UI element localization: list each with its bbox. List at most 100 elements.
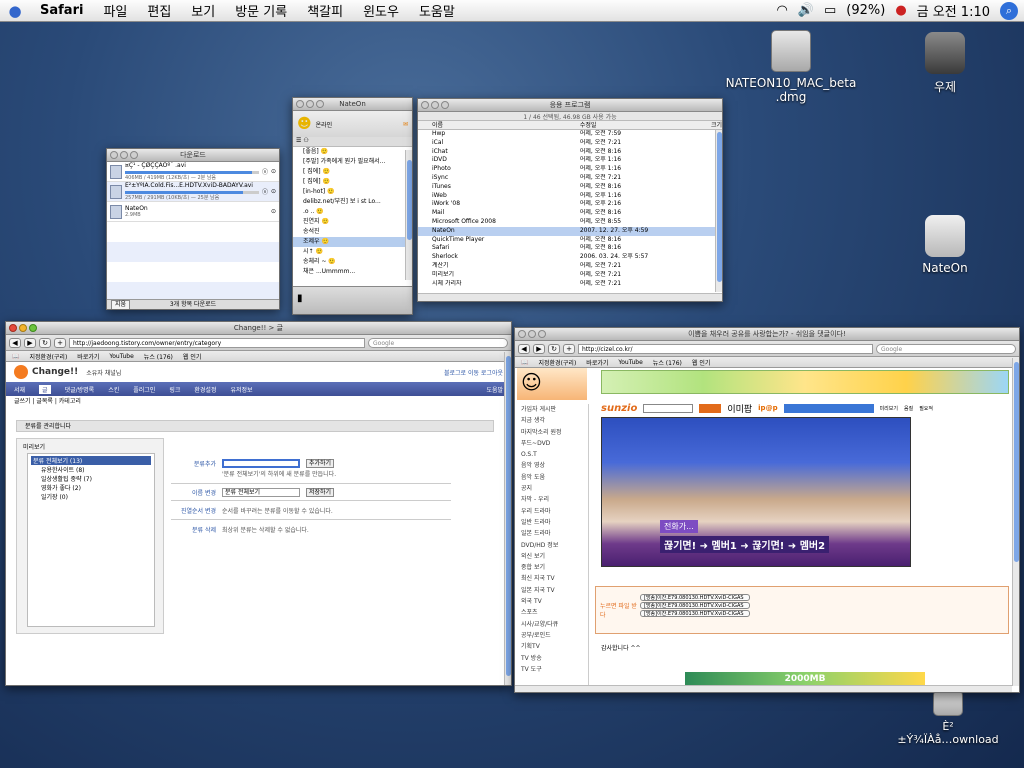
site-login-bar[interactable] [783, 403, 874, 413]
nateon-scrollbar[interactable] [405, 150, 412, 280]
buddy-item[interactable]: 송체리 ~ 🙂 [293, 257, 412, 267]
buddy-item[interactable]: [주말] 가족에게 뭔가 필요해서... [293, 157, 412, 167]
finder-scrollbar[interactable] [715, 130, 722, 292]
sidebar-link[interactable]: 푸드~DVD [517, 438, 588, 449]
help-link[interactable]: 도움말 [486, 385, 503, 394]
torrent-file-link[interactable]: [방송]이잔.E79.080130.HDTV.XviD-CIGAS [640, 594, 750, 601]
ad-banner[interactable]: 2000MB [685, 672, 925, 686]
check-option[interactable]: 미리보기 [880, 405, 898, 412]
google-search-field[interactable]: Google [876, 343, 1016, 354]
menu-app-safari[interactable]: Safari [30, 3, 93, 18]
nav-item[interactable]: 댓글/방명록 [65, 385, 95, 394]
nav-item[interactable]: 스킨 [108, 385, 119, 394]
bookmarks-icon[interactable]: 📖 [521, 359, 528, 366]
column-date[interactable]: 수정일 [580, 121, 684, 129]
category-icon-strip[interactable] [601, 370, 1009, 394]
download-item[interactable]: E²±ÝºÎÂ.Cold.Fis...E.HDTV.XviD-BADAYV.av… [107, 182, 279, 202]
list-item[interactable]: iDVD어제, 오후 1:16-- [418, 156, 722, 165]
battery-percent[interactable]: (92%) [846, 3, 885, 18]
list-item[interactable]: 계산기어제, 오전 7:21-- [418, 262, 722, 271]
sidebar-link[interactable]: 기획TV [517, 641, 588, 652]
clear-button[interactable]: 지움 [111, 300, 131, 309]
list-item[interactable]: iTunes어제, 오전 8:16-- [418, 183, 722, 192]
reveal-icon[interactable]: ⊙ [271, 208, 276, 215]
sidebar-link[interactable]: 음악 영상 [517, 460, 588, 471]
rename-save-button[interactable]: 저장하기 [306, 487, 335, 497]
finder-hscrollbar[interactable] [418, 293, 722, 301]
sidebar-link[interactable]: 일반 드라마 [517, 517, 588, 528]
header-links[interactable]: 블로그로 이동 로그아웃 [444, 368, 503, 377]
sidebar-link[interactable]: 공지 [517, 483, 588, 494]
sidebar-link[interactable]: TV 방송 [517, 653, 588, 664]
torrent-file-link[interactable]: [방송]이잔.E79.080130.HDTV.XviD-CIGAS [640, 602, 750, 609]
nav-item[interactable]: 환경설정 [194, 385, 216, 394]
sidebar-link[interactable]: 공부/로인드 [517, 630, 588, 641]
list-item[interactable]: iChat어제, 오전 8:16-- [418, 148, 722, 157]
check-option[interactable]: 음질 [904, 405, 913, 412]
bookmark-item[interactable]: 바로가기 [77, 352, 99, 361]
address-bar[interactable]: http://jaedoong.tistory.com/owner/entry/… [69, 337, 365, 348]
stop-icon[interactable]: ⓧ [262, 187, 268, 196]
stop-icon[interactable]: ⓧ [262, 167, 268, 176]
buddy-item[interactable]: 진연지 🙂 [293, 217, 412, 227]
menu-file[interactable]: 파일 [93, 1, 137, 20]
buddy-item[interactable]: .o .. 🙂 [293, 207, 412, 217]
list-item[interactable]: iSync어제, 오전 7:21-- [418, 174, 722, 183]
list-icon[interactable]: ☰ [296, 137, 301, 144]
battery-icon[interactable]: ▭ [824, 3, 836, 18]
add-category-input[interactable] [222, 458, 300, 468]
buddy-item[interactable]: [in-hot] 🙂 [293, 187, 412, 197]
bookmarks-icon[interactable]: 📖 [12, 353, 19, 360]
blog-name[interactable]: Change!! [32, 367, 78, 377]
sidebar-link[interactable]: 일본 드라마 [517, 528, 588, 539]
bookmark-item[interactable]: 지정환경(구리) [538, 358, 576, 367]
reload-button[interactable]: ↻ [548, 343, 560, 354]
tree-item[interactable]: 영화가 좋다 (2) [31, 483, 151, 492]
site-search-input[interactable] [643, 403, 694, 413]
nav-item-active[interactable]: 글 [39, 384, 51, 394]
sidebar-link[interactable]: 일본 지국 TV [517, 585, 588, 596]
list-item[interactable]: Mail어제, 오전 8:16-- [418, 209, 722, 218]
list-item[interactable]: Microsoft Office 2008어제, 오전 8:55-- [418, 218, 722, 227]
rename-input[interactable]: 분류 전체보기 [222, 487, 300, 497]
sidebar-link[interactable]: 스포츠 [517, 607, 588, 618]
torrent-file-link[interactable]: [방송]이잔.E79.080130.HDTV.XviD-CIGAS [640, 610, 750, 617]
tree-item[interactable]: 일기장 (0) [31, 492, 151, 501]
menu-edit[interactable]: 편집 [137, 1, 181, 20]
menu-clock[interactable]: 금 오전 1:10 [917, 1, 990, 20]
sidebar-link[interactable]: 지금 생각 [517, 415, 588, 426]
cizel-scrollbar[interactable] [1012, 358, 1019, 686]
bookmark-item[interactable]: 웹 인기 [183, 352, 201, 361]
input-flag-icon[interactable]: ● [895, 3, 906, 18]
tistory-titlebar[interactable]: Change!! > 글 [6, 322, 511, 335]
buddy-item[interactable]: 송석진 [293, 227, 412, 237]
sidebar-link[interactable]: TV 도구 [517, 664, 588, 675]
reveal-icon[interactable]: ⊙ [271, 168, 276, 175]
site-avatar-banner[interactable]: ☺ [517, 368, 587, 400]
spotlight-icon[interactable]: ⌕ [1000, 1, 1018, 20]
smiley-icon[interactable]: ☻ [297, 116, 312, 132]
bookmark-item[interactable]: 뉴스 (176) [144, 352, 173, 361]
menu-window[interactable]: 윈도우 [353, 1, 409, 20]
nav-item[interactable]: 링크 [169, 385, 180, 394]
list-item-selected[interactable]: NateOn2007. 12. 27. 오후 4:59-- [418, 226, 722, 236]
list-item[interactable]: iPhoto어제, 오후 1:16-- [418, 165, 722, 174]
menu-help[interactable]: 도움말 [409, 1, 465, 20]
menu-history[interactable]: 방문 기록 [225, 1, 297, 20]
google-search-field[interactable]: Google [368, 337, 508, 348]
download-item[interactable]: NateOn 2.9MB ⊙ [107, 202, 279, 222]
group-icon[interactable]: ⚇ [303, 137, 308, 144]
menu-bookmarks[interactable]: 책갈피 [297, 1, 353, 20]
site-search-button[interactable] [699, 403, 722, 413]
tree-root[interactable]: 분류 전체보기 (13) [31, 456, 151, 465]
list-item[interactable]: QuickTime Player어제, 오전 8:16-- [418, 236, 722, 245]
cizel-hscrollbar[interactable] [515, 685, 1012, 692]
bookmark-item[interactable]: YouTube [109, 353, 133, 360]
sidebar-link[interactable]: 외신 보기 [517, 551, 588, 562]
mail-icon[interactable]: ✉ [403, 121, 408, 128]
video-frame[interactable]: 전화가... 끊기면! ➜ 멤버1 ➜ 끊기면! ➜ 멤버2 [601, 417, 911, 567]
tistory-scrollbar[interactable] [504, 352, 511, 685]
desktop-icon-nateon-dmg[interactable]: NATEON10_MAC_beta .dmg [718, 30, 864, 104]
add-bookmark-button[interactable]: + [54, 337, 66, 348]
download-item[interactable]: ¤Ç¹ - ÇØÇÇÂÓº´ .avi 406MB / 419MB (12KB/… [107, 162, 279, 182]
